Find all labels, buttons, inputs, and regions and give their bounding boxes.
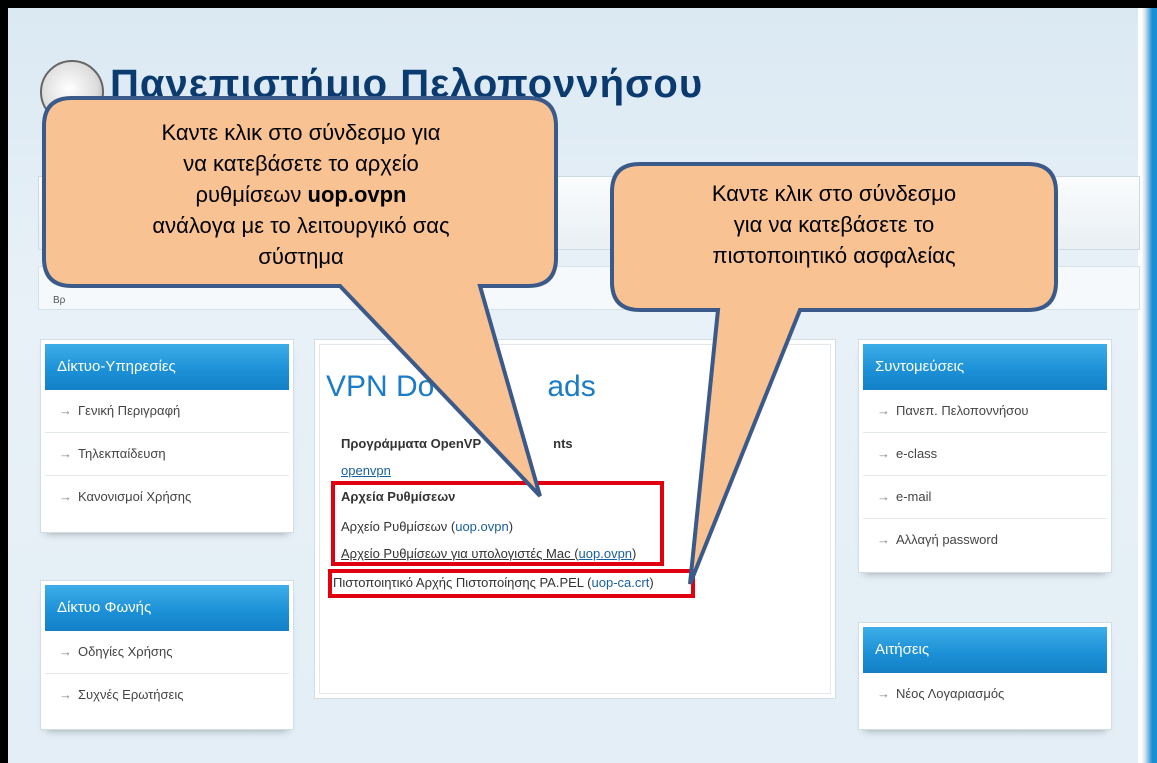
callout-left-line: σύστημα — [258, 244, 344, 269]
callout-left-line: ρυθμίσεων uop.ovpn — [48, 179, 554, 210]
callout-left-text: Καντε κλικ στο σύνδεσμο για να κατεβάσετ… — [48, 117, 554, 284]
callout-left-filename: uop.ovpn — [307, 182, 407, 207]
callout-right-text: Καντε κλικ στο σύνδεσμο για να κατεβάσετ… — [616, 178, 1052, 271]
callout-right-line: για να κατεβάσετε το — [733, 212, 935, 237]
callout-left-line: Καντε κλικ στο σύνδεσμο για — [161, 120, 441, 145]
callout-shapes — [42, 96, 1058, 585]
callout-left-line: ανάλογα με το λειτουργικό σας — [152, 213, 450, 238]
callout-left-line-text: ρυθμίσεων — [195, 182, 308, 207]
callout-right-line: Καντε κλικ στο σύνδεσμο — [711, 181, 957, 206]
callout-right-line: πιστοποιητικό ασφαλείας — [712, 243, 956, 268]
callout-left-line: να κατεβάσετε το αρχείο — [183, 151, 419, 176]
